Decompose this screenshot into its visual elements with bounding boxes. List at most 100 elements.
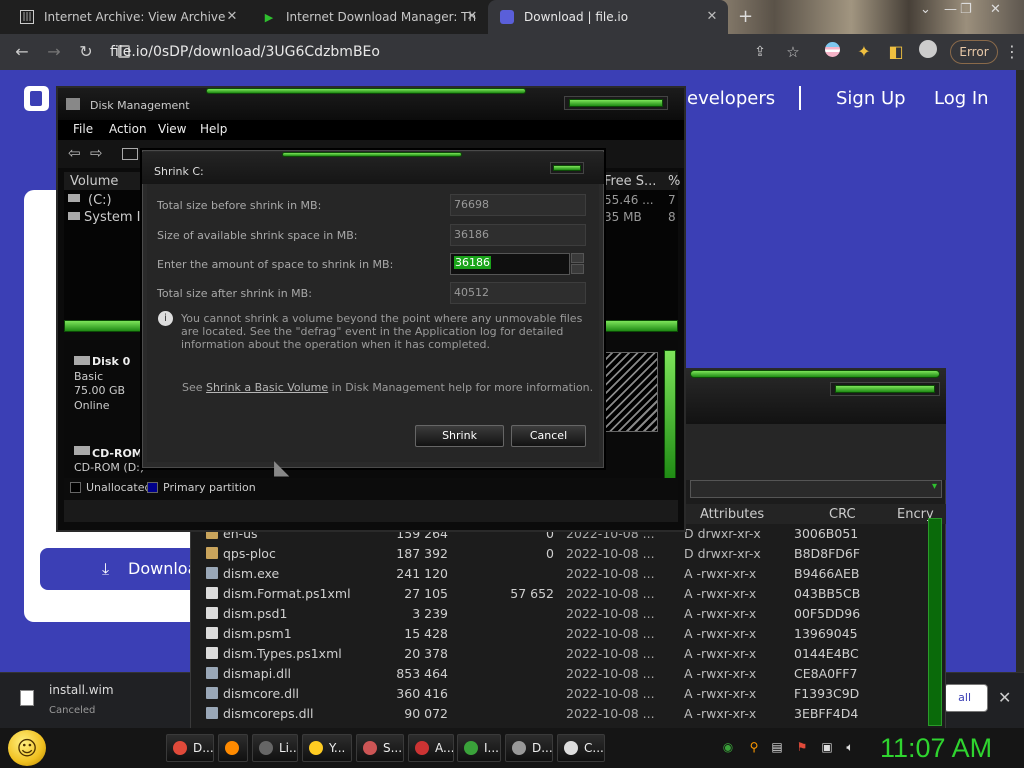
taskbar-button[interactable] [218,734,248,762]
start-button[interactable]: ☺ [8,730,46,766]
close-icon[interactable]: ✕ [224,9,240,25]
shrink-button[interactable]: Shrink [415,425,504,447]
file-list-scrollbar[interactable] [928,518,942,726]
tray-window-icon[interactable]: ▤ [770,740,784,754]
forward-icon[interactable]: ⇨ [90,144,103,162]
tray-volume-icon[interactable]: 🔈︎ [843,740,857,754]
menu-file[interactable]: File [73,122,93,136]
dropdown-icon[interactable]: ▾ [932,481,937,492]
extension-flag-icon[interactable] [820,40,844,64]
tab-internet-archive[interactable]: ||| Internet Archive: View Archive ✕ [8,0,248,34]
taskbar-button[interactable]: C... [557,734,605,762]
show-all-button[interactable]: all [944,684,988,712]
nav-log-in[interactable]: Log In [934,88,989,109]
partition-selected[interactable] [604,352,658,432]
fileio-logo[interactable] [24,86,49,111]
taskbar-button[interactable]: D... [505,734,553,762]
download-button[interactable]: ⤓ Downloa [40,548,200,590]
file-row[interactable]: dism.exe 241 120 2022-10-08 ... A -rwxr-xr-… [196,564,938,584]
column-crc[interactable]: CRC [829,507,856,522]
close-icon[interactable]: ✕ [704,9,720,25]
file-attributes: A -rwxr-xr-x [684,686,757,701]
file-attributes: A -rwxr-xr-x [684,666,757,681]
tab-fileio[interactable]: Download | file.io ✕ [488,0,728,34]
column-volume[interactable]: Volume [70,174,118,189]
file-row[interactable]: dismcore.dll 360 416 2022-10-08 ... A -rwxr… [196,684,938,704]
window-buttons-icon[interactable] [569,99,663,107]
cancel-button[interactable]: Cancel [511,425,586,447]
volume-row-c[interactable]: (C:) [88,193,112,208]
new-tab-button[interactable]: + [738,6,753,27]
profile-avatar[interactable] [916,40,940,64]
nav-developers[interactable]: evelopers [687,88,775,109]
tray-search-icon[interactable]: ⚲ [747,740,761,754]
taskbar-button[interactable]: Y... [302,734,352,762]
window-controls[interactable] [564,96,668,110]
file-attributes: A -rwxr-xr-x [684,626,757,641]
file-manager-path-field[interactable]: ▾ [690,480,942,498]
taskbar-button[interactable]: S... [356,734,404,762]
shrink-amount-input[interactable]: 36186 [450,253,570,275]
error-badge[interactable]: Error [950,40,998,64]
menu-action[interactable]: Action [109,122,147,136]
tray-connection-icon[interactable]: ▣ [820,740,834,754]
forward-icon[interactable]: → [42,40,66,64]
spin-up-button[interactable] [571,253,584,263]
nav-sign-up[interactable]: Sign Up [836,88,906,109]
window-controls[interactable] [830,382,940,396]
file-row[interactable]: dism.psd1 3 239 2022-10-08 ... A -rwxr-xr-x… [196,604,938,624]
restore-icon[interactable]: ❐ [960,2,972,17]
menu-help[interactable]: Help [200,122,227,136]
close-icon[interactable] [553,165,581,171]
close-icon[interactable]: ✕ [998,688,1011,707]
graph-vscrollbar[interactable] [664,350,676,480]
page-scrollbar[interactable] [1016,70,1024,670]
console-icon[interactable] [122,148,138,160]
file-row[interactable]: dismapi.dll 853 464 2022-10-08 ... A -rwxr-… [196,664,938,684]
column-free-space[interactable]: Free S... [604,174,656,189]
menu-view[interactable]: View [158,122,186,136]
taskbar-button[interactable]: Li... [252,734,298,762]
file-row[interactable]: dismcoreps.dll 90 072 2022-10-08 ... A -rwx… [196,704,938,724]
close-button[interactable] [550,162,584,174]
file-size: 360 416 [396,686,448,701]
taskbar-button[interactable]: I... [457,734,501,762]
download-filename[interactable]: install.wim [49,683,114,697]
chevron-down-icon[interactable]: ⌄ [920,2,931,17]
file-date: 2022-10-08 ... [566,566,655,581]
back-icon[interactable]: ⇦ [68,144,81,162]
clock[interactable]: 11:07 AM [880,733,992,764]
reload-icon[interactable]: ↻ [74,40,98,64]
window-buttons-icon[interactable] [835,385,935,393]
file-row[interactable]: dism.Format.ps1xml 27 105 57 652 2022-10-08… [196,584,938,604]
file-row[interactable]: dism.Types.ps1xml 20 378 2022-10-08 ... A -… [196,644,938,664]
mouse-cursor-icon: ◣ [274,455,290,479]
tray-flag-icon[interactable]: ⚑ [795,740,809,754]
column-percent[interactable]: % [668,174,680,189]
back-icon[interactable]: ← [10,40,34,64]
share-icon[interactable]: ⇪ [748,40,772,64]
extensions-icon[interactable]: ✦ [852,40,876,64]
sidebar-icon[interactable]: ◧ [884,40,908,64]
help-link[interactable]: Shrink a Basic Volume [206,381,328,394]
column-attributes[interactable]: Attributes [700,507,764,522]
window-close-icon[interactable]: ✕ [990,2,1001,17]
address-bar[interactable]: file.io/0sDP/download/3UG6CdzbmBEo [110,40,740,64]
spin-down-button[interactable] [571,264,584,274]
file-name: dism.exe [223,566,280,581]
cdrom-drive: CD-ROM (D:) [74,461,145,474]
taskbar-button[interactable]: A... [408,734,454,762]
info-icon: i [158,311,173,326]
menu-kebab-icon[interactable]: ⋮ [1000,40,1024,64]
taskbar-button[interactable]: D... [166,734,214,762]
tab-idm[interactable]: ▶ Internet Download Manager: Th ✕ [250,0,488,34]
file-row[interactable]: dism.psm1 15 428 2022-10-08 ... A -rwxr-xr-… [196,624,938,644]
file-packed-size: 0 [546,546,554,561]
tray-network-icon[interactable]: ◉ [721,740,735,754]
bookmark-star-icon[interactable]: ☆ [781,40,805,64]
volume-row-system[interactable]: System I [84,210,140,225]
file-crc: 3006B051 [794,526,859,541]
minimize-icon[interactable]: — [944,2,957,17]
file-row[interactable]: qps-ploc 187 392 0 2022-10-08 ... D drwxr-xr… [196,544,938,564]
close-icon[interactable]: ✕ [464,9,480,25]
